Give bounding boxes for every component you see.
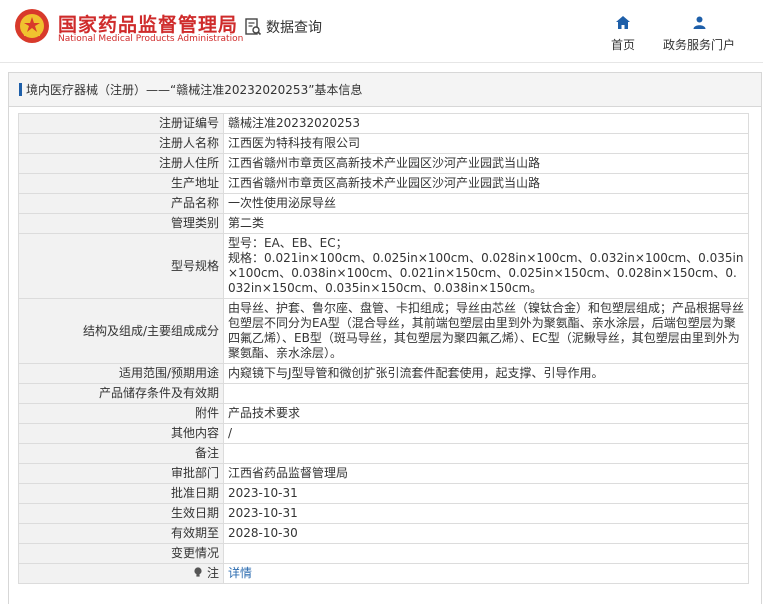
document-search-icon — [245, 18, 262, 36]
info-panel: 境内医疗器械（注册）——“赣械注准20232020253”基本信息 注册证编号 … — [8, 72, 762, 604]
row-label: 附件 — [18, 403, 224, 424]
row-label: 管理类别 — [18, 213, 224, 234]
table-row: 结构及组成/主要组成成分 由导丝、护套、鲁尔座、盘管、卡扣组成；导丝由芯丝（镍钛… — [18, 298, 749, 364]
row-value: 详情 — [223, 563, 749, 584]
table-row: 批准日期 2023-10-31 — [18, 483, 749, 504]
table-row: 产品储存条件及有效期 — [18, 383, 749, 404]
note-label: 注 — [206, 566, 219, 580]
table-row: 管理类别 第二类 — [18, 213, 749, 234]
title-accent-bar — [19, 83, 22, 96]
row-value: 江西省赣州市章贡区高新技术产业园区沙河产业园武当山路 — [223, 153, 749, 174]
row-label: 产品名称 — [18, 193, 224, 214]
row-value: 内窥镜下与J型导管和微创扩张引流套件配套使用，起支撑、引导作用。 — [223, 363, 749, 384]
row-label: 其他内容 — [18, 423, 224, 444]
table-row: 生效日期 2023-10-31 — [18, 503, 749, 524]
row-label: 有效期至 — [18, 523, 224, 544]
row-value: 江西省药品监督管理局 — [223, 463, 749, 484]
row-value: 型号：EA、EB、EC； 规格：0.021in×100cm、0.025in×10… — [223, 233, 749, 299]
row-value: 产品技术要求 — [223, 403, 749, 424]
row-value: 一次性使用泌尿导丝 — [223, 193, 749, 214]
panel-title-text: 境内医疗器械（注册）——“赣械注准20232020253”基本信息 — [26, 83, 363, 97]
table-row: 适用范围/预期用途 内窥镜下与J型导管和微创扩张引流套件配套使用，起支撑、引导作… — [18, 363, 749, 384]
row-label: 审批部门 — [18, 463, 224, 484]
row-label: 注册证编号 — [18, 113, 224, 134]
home-icon — [616, 16, 630, 29]
row-value — [223, 383, 749, 404]
row-label: 适用范围/预期用途 — [18, 363, 224, 384]
table-row: 有效期至 2028-10-30 — [18, 523, 749, 544]
table-row: 变更情况 — [18, 543, 749, 564]
org-name: 国家药品监督管理局 — [58, 14, 239, 36]
row-value: 赣械注准20232020253 — [223, 113, 749, 134]
table-row: 注册人名称 江西医为特科技有限公司 — [18, 133, 749, 154]
data-query-link[interactable]: 数据查询 — [244, 17, 322, 37]
data-query-label: 数据查询 — [266, 20, 322, 36]
table-row: 注册证编号 赣械注准20232020253 — [18, 113, 749, 134]
row-value: 第二类 — [223, 213, 749, 234]
row-value: 2023-10-31 — [223, 503, 749, 524]
row-label: 型号规格 — [18, 233, 224, 299]
row-label: 生产地址 — [18, 173, 224, 194]
table-row: 审批部门 江西省药品监督管理局 — [18, 463, 749, 484]
info-table: 注册证编号 赣械注准20232020253 注册人名称 江西医为特科技有限公司 … — [18, 113, 749, 584]
spec-line: 规格：0.021in×100cm、0.025in×100cm、0.028in×1… — [228, 251, 744, 295]
row-value — [223, 443, 749, 464]
national-emblem-icon — [15, 9, 49, 43]
row-value: 由导丝、护套、鲁尔座、盘管、卡扣组成；导丝由芯丝（镍钛合金）和包塑层组成；产品根… — [223, 298, 749, 364]
user-icon — [693, 16, 705, 29]
row-value: 江西医为特科技有限公司 — [223, 133, 749, 154]
table-row: 型号规格 型号：EA、EB、EC； 规格：0.021in×100cm、0.025… — [18, 233, 749, 299]
panel-title: 境内医疗器械（注册）——“赣械注准20232020253”基本信息 — [9, 73, 761, 107]
table-row: 附件 产品技术要求 — [18, 403, 749, 424]
nav-service-portal[interactable]: 政务服务门户 — [659, 14, 739, 53]
header: 国家药品监督管理局 National Medical Products Admi… — [0, 0, 763, 62]
table-row: 注册人住所 江西省赣州市章贡区高新技术产业园区沙河产业园武当山路 — [18, 153, 749, 174]
nav-home-label: 首页 — [610, 38, 635, 52]
row-value: 2023-10-31 — [223, 483, 749, 504]
row-label: 生效日期 — [18, 503, 224, 524]
model-line: 型号：EA、EB、EC； — [228, 236, 348, 250]
row-value: 2028-10-30 — [223, 523, 749, 544]
table-row: 生产地址 江西省赣州市章贡区高新技术产业园区沙河产业园武当山路 — [18, 173, 749, 194]
row-value: 江西省赣州市章贡区高新技术产业园区沙河产业园武当山路 — [223, 173, 749, 194]
row-label: 注 — [18, 563, 224, 584]
org-name-en: National Medical Products Administration — [58, 34, 244, 44]
row-label: 变更情况 — [18, 543, 224, 564]
row-label: 产品储存条件及有效期 — [18, 383, 224, 404]
nav-portal-label: 政务服务门户 — [662, 38, 735, 52]
nav-home[interactable]: 首页 — [606, 14, 640, 53]
table-row: 备注 — [18, 443, 749, 464]
lightbulb-icon — [194, 567, 202, 577]
table-row: 其他内容 / — [18, 423, 749, 444]
table-row: 注 详情 — [18, 563, 749, 584]
row-value: / — [223, 423, 749, 444]
table-row: 产品名称 一次性使用泌尿导丝 — [18, 193, 749, 214]
row-label: 结构及组成/主要组成成分 — [18, 298, 224, 364]
header-divider — [0, 62, 763, 63]
row-label: 注册人名称 — [18, 133, 224, 154]
row-value — [223, 543, 749, 564]
details-link[interactable]: 详情 — [228, 566, 252, 580]
row-label: 批准日期 — [18, 483, 224, 504]
row-label: 注册人住所 — [18, 153, 224, 174]
row-label: 备注 — [18, 443, 224, 464]
